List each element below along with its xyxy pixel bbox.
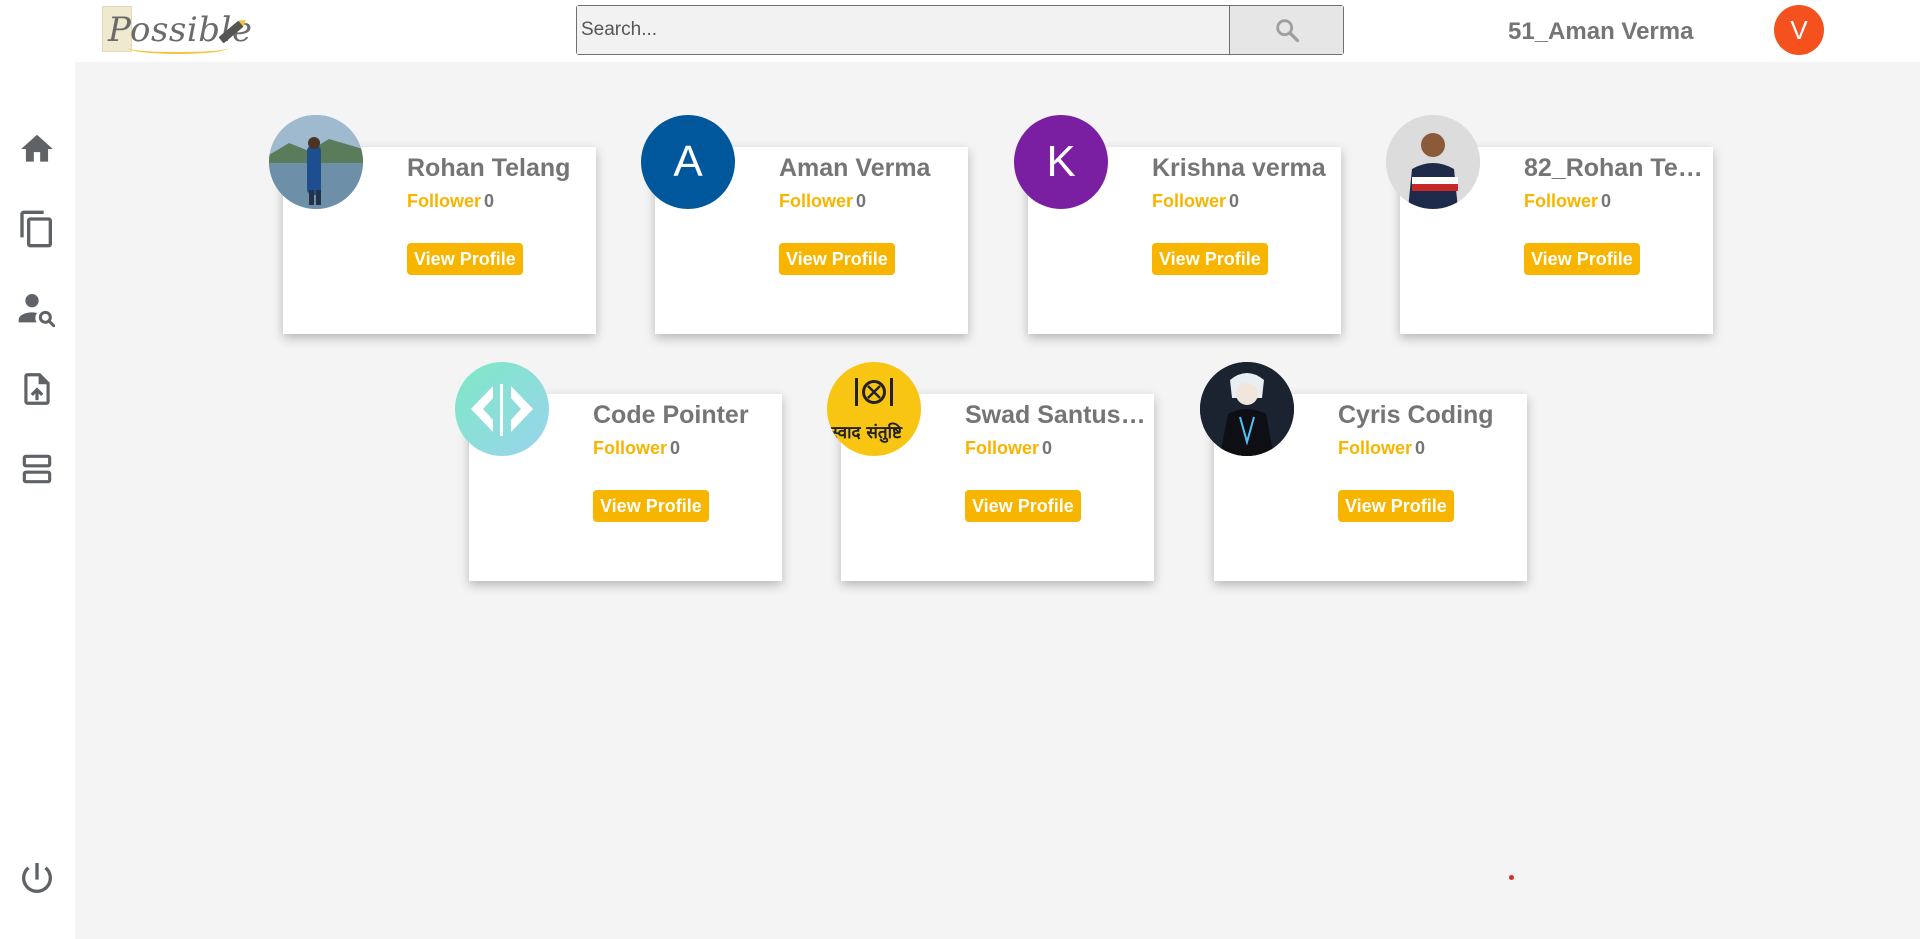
view-profile-button[interactable]: View Profile — [1338, 490, 1454, 522]
profile-card: स्वाद संतुष्टि Swad Santushti Follower 0 … — [827, 362, 1154, 581]
avatar-letter: A — [673, 137, 703, 186]
decorative-dot — [1509, 875, 1514, 880]
profile-name: Swad Santushti — [965, 401, 1150, 429]
search-icon — [1275, 19, 1299, 43]
follower-label: Follower — [1152, 191, 1227, 211]
follower-label: Follower — [593, 438, 668, 458]
view-agenda-icon — [22, 454, 52, 484]
avatar-photo-person — [1386, 115, 1480, 209]
avatar-photo-landscape — [269, 115, 363, 209]
user-search-icon — [18, 294, 56, 328]
view-profile-button[interactable]: View Profile — [593, 490, 709, 522]
profile-avatar[interactable] — [1200, 362, 1294, 456]
search-input[interactable] — [577, 6, 1230, 54]
profile-name: Rohan Telang — [407, 154, 571, 182]
profile-avatar[interactable]: स्वाद संतुष्टि — [827, 362, 921, 456]
main-content: Rohan Telang Follower 0 View Profile A Am… — [75, 62, 1920, 939]
follower-count: Follower 0 — [965, 438, 1052, 459]
profile-avatar[interactable]: A — [641, 115, 735, 209]
profile-avatar[interactable]: K — [1014, 115, 1108, 209]
view-profile-button[interactable]: View Profile — [779, 243, 895, 275]
power-icon — [22, 863, 52, 893]
follower-value: 0 — [856, 191, 867, 211]
follower-count: Follower 0 — [779, 191, 866, 212]
follower-count: Follower 0 — [593, 438, 680, 459]
follower-count: Follower 0 — [1338, 438, 1425, 459]
top-header: Possible 51_Aman Verma V — [0, 0, 1920, 62]
search-bar — [576, 5, 1344, 55]
sidebar-item-layout[interactable] — [16, 448, 58, 490]
profile-name: Cyris Coding — [1338, 401, 1494, 429]
current-username[interactable]: 51_Aman Verma — [1508, 18, 1693, 46]
home-icon — [21, 134, 53, 162]
view-profile-button[interactable]: View Profile — [1524, 243, 1640, 275]
follower-value: 0 — [1042, 438, 1053, 458]
search-button[interactable] — [1230, 6, 1343, 54]
follower-label: Follower — [1338, 438, 1413, 458]
code-pointer-logo — [471, 384, 533, 436]
profile-avatar[interactable] — [1386, 115, 1480, 209]
profile-name: Code Pointer — [593, 401, 749, 429]
follower-label: Follower — [1524, 191, 1599, 211]
follower-count: Follower 0 — [1524, 191, 1611, 212]
follower-value: 0 — [1229, 191, 1240, 211]
profile-name: 82_Rohan Telang — [1524, 154, 1709, 182]
user-avatar[interactable]: V — [1774, 5, 1824, 55]
follower-value: 0 — [670, 438, 681, 458]
sidebar-item-posts[interactable] — [16, 208, 58, 250]
profile-avatar[interactable] — [269, 115, 363, 209]
follower-value: 0 — [1601, 191, 1612, 211]
possible-logo[interactable]: Possible — [102, 6, 252, 54]
follower-value: 0 — [1415, 438, 1426, 458]
profile-card: Cyris Coding Follower 0 View Profile — [1200, 362, 1527, 581]
follower-label: Follower — [407, 191, 482, 211]
avatar-letter: K — [1046, 137, 1076, 186]
profile-card: K Krishna verma Follower 0 View Profile — [1014, 115, 1341, 334]
follower-label: Follower — [965, 438, 1040, 458]
sidebar-nav — [0, 62, 75, 939]
view-profile-button[interactable]: View Profile — [965, 490, 1081, 522]
avatar-anime-character — [1200, 362, 1294, 456]
sidebar-item-upload[interactable] — [16, 368, 58, 410]
follower-count: Follower 0 — [1152, 191, 1239, 212]
profile-avatar[interactable] — [455, 362, 549, 456]
view-profile-button[interactable]: View Profile — [407, 243, 523, 275]
sidebar-item-home[interactable] — [16, 128, 58, 170]
profile-card: A Aman Verma Follower 0 View Profile — [641, 115, 968, 334]
view-profile-button[interactable]: View Profile — [1152, 243, 1268, 275]
profile-card: 82_Rohan Telang Follower 0 View Profile — [1386, 115, 1713, 334]
profile-card: Rohan Telang Follower 0 View Profile — [269, 115, 596, 334]
avatar-devanagari-text: स्वाद संतुष्टि — [831, 423, 902, 443]
profile-name: Krishna verma — [1152, 154, 1326, 182]
logo-swoosh — [128, 42, 228, 54]
follower-label: Follower — [779, 191, 854, 211]
sidebar-item-find-users[interactable] — [16, 288, 58, 330]
copy-icon — [20, 210, 52, 248]
file-upload-icon — [24, 373, 50, 405]
profile-name: Aman Verma — [779, 154, 931, 182]
profile-card: Code Pointer Follower 0 View Profile — [455, 362, 782, 581]
sidebar-item-logout[interactable] — [16, 857, 58, 899]
follower-value: 0 — [484, 191, 495, 211]
follower-count: Follower 0 — [407, 191, 494, 212]
